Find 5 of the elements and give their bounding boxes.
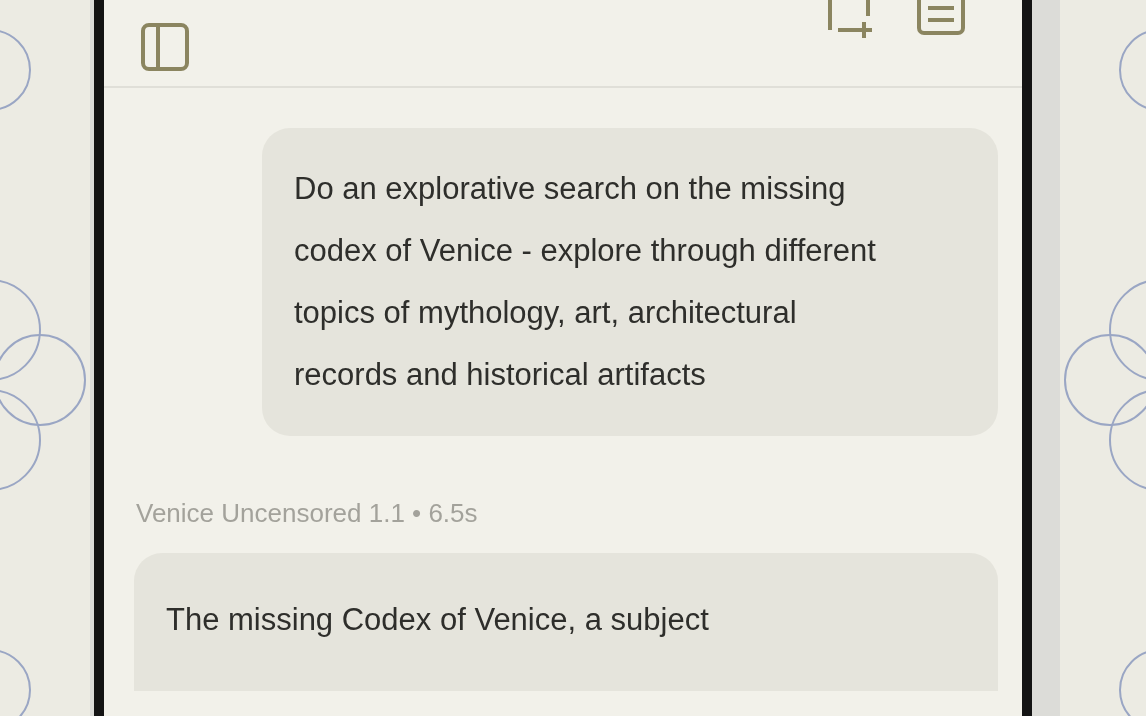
model-info: Venice Uncensored 1.1 • 6.5s <box>136 498 478 528</box>
sidebar-toggle-icon[interactable] <box>140 22 190 72</box>
list-icon[interactable] <box>916 0 966 36</box>
assistant-message-bubble: The missing Codex of Venice, a subject <box>134 553 998 691</box>
user-message-bubble: Do an explorative search on the missing codex of Venice - explore through different topics of mythology, art, architectural records and historical artifacts <box>262 128 998 436</box>
